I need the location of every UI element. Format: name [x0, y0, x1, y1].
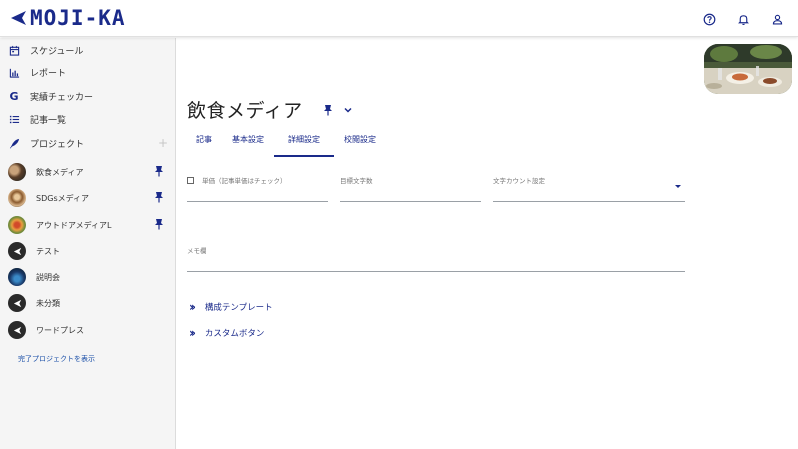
sidebar: スケジュール レポート G 実績チェッカー 記事一覧 プロジェクト + 飲食メデ… [0, 38, 176, 449]
unit-price-checkbox[interactable] [187, 177, 194, 184]
user-icon[interactable] [768, 10, 786, 28]
project-label: 未分類 [36, 298, 60, 308]
section-structure-template[interactable]: ›› 構成テンプレート [189, 300, 273, 314]
project-avatar-logo [8, 242, 26, 260]
nav-checker[interactable]: G 実績チェッカー [8, 87, 168, 105]
project-label: SDGsメディア [36, 193, 90, 203]
target-chars-field[interactable]: 目標文字数 [340, 168, 481, 202]
project-avatar-logo [8, 321, 26, 339]
unit-price-label: 単価（記事単価はチェック） [202, 177, 287, 185]
char-count-label: 文字カウント設定 [493, 177, 545, 185]
list-icon [8, 113, 20, 125]
nav-articles[interactable]: 記事一覧 [8, 110, 168, 128]
char-count-select[interactable]: 文字カウント設定 [493, 168, 685, 202]
nav-label: レポート [30, 68, 67, 79]
project-avatar [8, 189, 26, 207]
project-item[interactable]: 未分類 [8, 293, 168, 313]
tab-basic-settings[interactable]: 基本設定 [222, 131, 274, 157]
memo-field[interactable]: メモ欄 [187, 238, 685, 272]
nav-label: プロジェクト [30, 139, 85, 150]
project-item[interactable]: 飲食メディア [8, 162, 168, 182]
bar-chart-icon [8, 66, 20, 78]
app-logo[interactable]: MOJI-KA [8, 6, 126, 30]
unit-price-field[interactable]: 単価（記事単価はチェック） [187, 168, 328, 202]
settings-tabs: 記事 基本設定 詳細設定 校閲設定 [177, 131, 386, 157]
pin-icon[interactable] [154, 218, 164, 230]
tab-detail-settings[interactable]: 詳細設定 [274, 131, 334, 157]
project-item[interactable]: アウトドアメディアL [8, 215, 168, 235]
double-chevron-right-icon: ›› [189, 300, 196, 314]
calendar-icon [8, 44, 20, 56]
project-avatar [8, 163, 26, 181]
nav-projects[interactable]: プロジェクト + [8, 134, 168, 152]
section-label: 構成テンプレート [204, 303, 273, 313]
nav-schedule[interactable]: スケジュール [8, 41, 168, 59]
dropdown-arrow-icon [675, 185, 681, 188]
pin-icon[interactable] [323, 104, 333, 116]
google-icon: G [9, 89, 19, 103]
project-label: 説明会 [36, 272, 60, 282]
memo-label: メモ欄 [187, 247, 207, 255]
chevron-down-icon[interactable] [343, 105, 353, 115]
logo-text: MOJI-KA [30, 6, 126, 30]
double-chevron-right-icon: ›› [189, 326, 196, 340]
nav-label: 記事一覧 [30, 115, 67, 126]
nav-report[interactable]: レポート [8, 63, 168, 81]
project-avatar-logo [8, 294, 26, 312]
page-title: 飲食メディア [187, 100, 303, 122]
nav-label: スケジュール [30, 46, 84, 57]
nav-label: 実績チェッカー [30, 92, 94, 103]
tab-proofread-settings[interactable]: 校閲設定 [334, 131, 386, 157]
rocket-icon [8, 137, 20, 149]
project-item[interactable]: SDGsメディア [8, 188, 168, 208]
project-item[interactable]: ワードプレス [8, 320, 168, 340]
project-cover-image [704, 44, 792, 94]
project-label: アウトドアメディアL [36, 220, 112, 230]
target-chars-label: 目標文字数 [340, 177, 373, 185]
help-circle-icon[interactable] [700, 10, 718, 28]
project-avatar [8, 268, 26, 286]
section-custom-buttons[interactable]: ›› カスタムボタン [189, 326, 264, 340]
app-header: MOJI-KA [0, 0, 798, 37]
section-label: カスタムボタン [204, 329, 265, 339]
logo-mark-icon [11, 11, 26, 25]
project-label: テスト [36, 246, 60, 256]
project-item[interactable]: 説明会 [8, 267, 168, 287]
pin-icon[interactable] [154, 191, 164, 203]
project-avatar [8, 216, 26, 234]
bell-icon[interactable] [734, 10, 752, 28]
project-label: ワードプレス [36, 325, 84, 335]
show-completed-projects-link[interactable]: 完了プロジェクトを表示 [18, 354, 95, 364]
tab-articles[interactable]: 記事 [186, 131, 222, 157]
pin-icon[interactable] [154, 165, 164, 177]
project-item[interactable]: テスト [8, 241, 168, 261]
main-content: 飲食メディア 記事 基本設定 詳細設定 校閲設定 単価（記事単価はチェック） 目… [177, 38, 798, 449]
add-project-button[interactable]: + [158, 136, 168, 150]
project-label: 飲食メディア [36, 167, 84, 177]
